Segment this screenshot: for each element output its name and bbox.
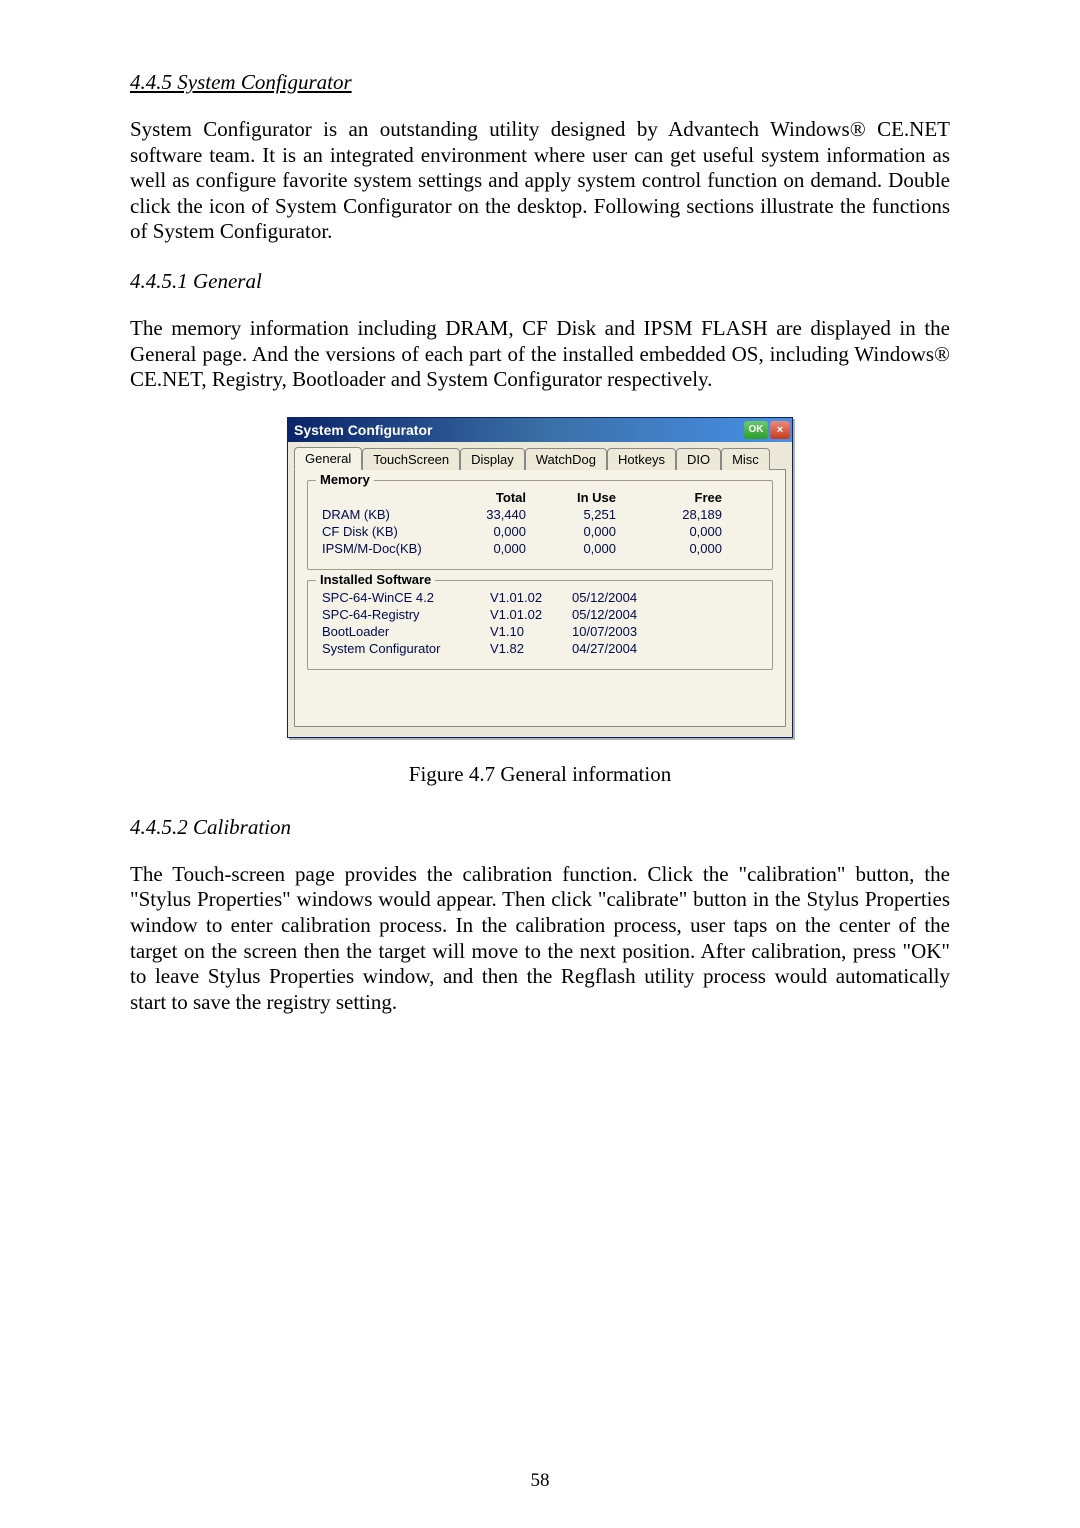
- software-date: 10/07/2003: [572, 624, 672, 639]
- memory-row-free: 0,000: [632, 541, 722, 556]
- figure-wrapper: System Configurator OK × General TouchSc…: [130, 417, 950, 738]
- software-name: SPC-64-Registry: [322, 607, 490, 622]
- tab-hotkeys[interactable]: Hotkeys: [607, 448, 676, 470]
- table-row: System Configurator V1.82 04/27/2004: [322, 640, 758, 657]
- memory-header-inuse: In Use: [542, 490, 632, 505]
- tab-misc[interactable]: Misc: [721, 448, 770, 470]
- memory-header-total: Total: [452, 490, 542, 505]
- dialog-body: General TouchScreen Display WatchDog Hot…: [288, 442, 792, 737]
- memory-header-free: Free: [632, 490, 722, 505]
- table-row: IPSM/M-Doc(KB) 0,000 0,000 0,000: [322, 540, 758, 557]
- tab-panel-general: Memory Total In Use Free DRAM (KB) 33,44…: [294, 469, 786, 727]
- table-row: SPC-64-WinCE 4.2 V1.01.02 05/12/2004: [322, 589, 758, 606]
- paragraph-4-4-5-2: The Touch-screen page provides the calib…: [130, 862, 950, 1016]
- system-configurator-dialog: System Configurator OK × General TouchSc…: [287, 417, 793, 738]
- memory-row-total: 0,000: [452, 524, 542, 539]
- software-version: V1.10: [490, 624, 572, 639]
- memory-row-total: 0,000: [452, 541, 542, 556]
- tab-general[interactable]: General: [294, 447, 362, 470]
- memory-header-row: Total In Use Free: [322, 489, 758, 506]
- memory-row-label: IPSM/M-Doc(KB): [322, 541, 452, 556]
- memory-table: Total In Use Free DRAM (KB) 33,440 5,251…: [322, 489, 758, 557]
- software-group: Installed Software SPC-64-WinCE 4.2 V1.0…: [307, 580, 773, 670]
- table-row: DRAM (KB) 33,440 5,251 28,189: [322, 506, 758, 523]
- software-legend: Installed Software: [316, 572, 435, 587]
- memory-row-free: 0,000: [632, 524, 722, 539]
- memory-row-free: 28,189: [632, 507, 722, 522]
- software-date: 04/27/2004: [572, 641, 672, 656]
- software-name: SPC-64-WinCE 4.2: [322, 590, 490, 605]
- heading-4-4-5: 4.4.5 System Configurator: [130, 70, 950, 95]
- heading-4-4-5-1: 4.4.5.1 General: [130, 269, 950, 294]
- memory-row-total: 33,440: [452, 507, 542, 522]
- memory-row-label: DRAM (KB): [322, 507, 452, 522]
- page-number: 58: [0, 1470, 1080, 1492]
- document-page: 4.4.5 System Configurator System Configu…: [0, 0, 1080, 1528]
- software-name: System Configurator: [322, 641, 490, 656]
- table-row: CF Disk (KB) 0,000 0,000 0,000: [322, 523, 758, 540]
- software-version: V1.01.02: [490, 607, 572, 622]
- memory-row-inuse: 0,000: [542, 524, 632, 539]
- software-date: 05/12/2004: [572, 607, 672, 622]
- memory-row-inuse: 5,251: [542, 507, 632, 522]
- software-version: V1.01.02: [490, 590, 572, 605]
- memory-legend: Memory: [316, 472, 374, 487]
- software-date: 05/12/2004: [572, 590, 672, 605]
- table-row: BootLoader V1.10 10/07/2003: [322, 623, 758, 640]
- table-row: SPC-64-Registry V1.01.02 05/12/2004: [322, 606, 758, 623]
- tab-watchdog[interactable]: WatchDog: [525, 448, 607, 470]
- figure-caption: Figure 4.7 General information: [130, 762, 950, 787]
- software-version: V1.82: [490, 641, 572, 656]
- tab-bar: General TouchScreen Display WatchDog Hot…: [294, 446, 786, 469]
- close-button[interactable]: ×: [770, 421, 790, 439]
- paragraph-4-4-5-1: The memory information including DRAM, C…: [130, 316, 950, 393]
- tab-dio[interactable]: DIO: [676, 448, 721, 470]
- dialog-titlebar: System Configurator OK ×: [288, 418, 792, 442]
- software-name: BootLoader: [322, 624, 490, 639]
- heading-4-4-5-2: 4.4.5.2 Calibration: [130, 815, 950, 840]
- dialog-title: System Configurator: [294, 422, 432, 438]
- memory-header-blank: [322, 490, 452, 505]
- tab-touchscreen[interactable]: TouchScreen: [362, 448, 460, 470]
- memory-row-inuse: 0,000: [542, 541, 632, 556]
- paragraph-4-4-5: System Configurator is an outstanding ut…: [130, 117, 950, 245]
- memory-group: Memory Total In Use Free DRAM (KB) 33,44…: [307, 480, 773, 570]
- ok-button[interactable]: OK: [744, 421, 768, 439]
- tab-display[interactable]: Display: [460, 448, 525, 470]
- memory-row-label: CF Disk (KB): [322, 524, 452, 539]
